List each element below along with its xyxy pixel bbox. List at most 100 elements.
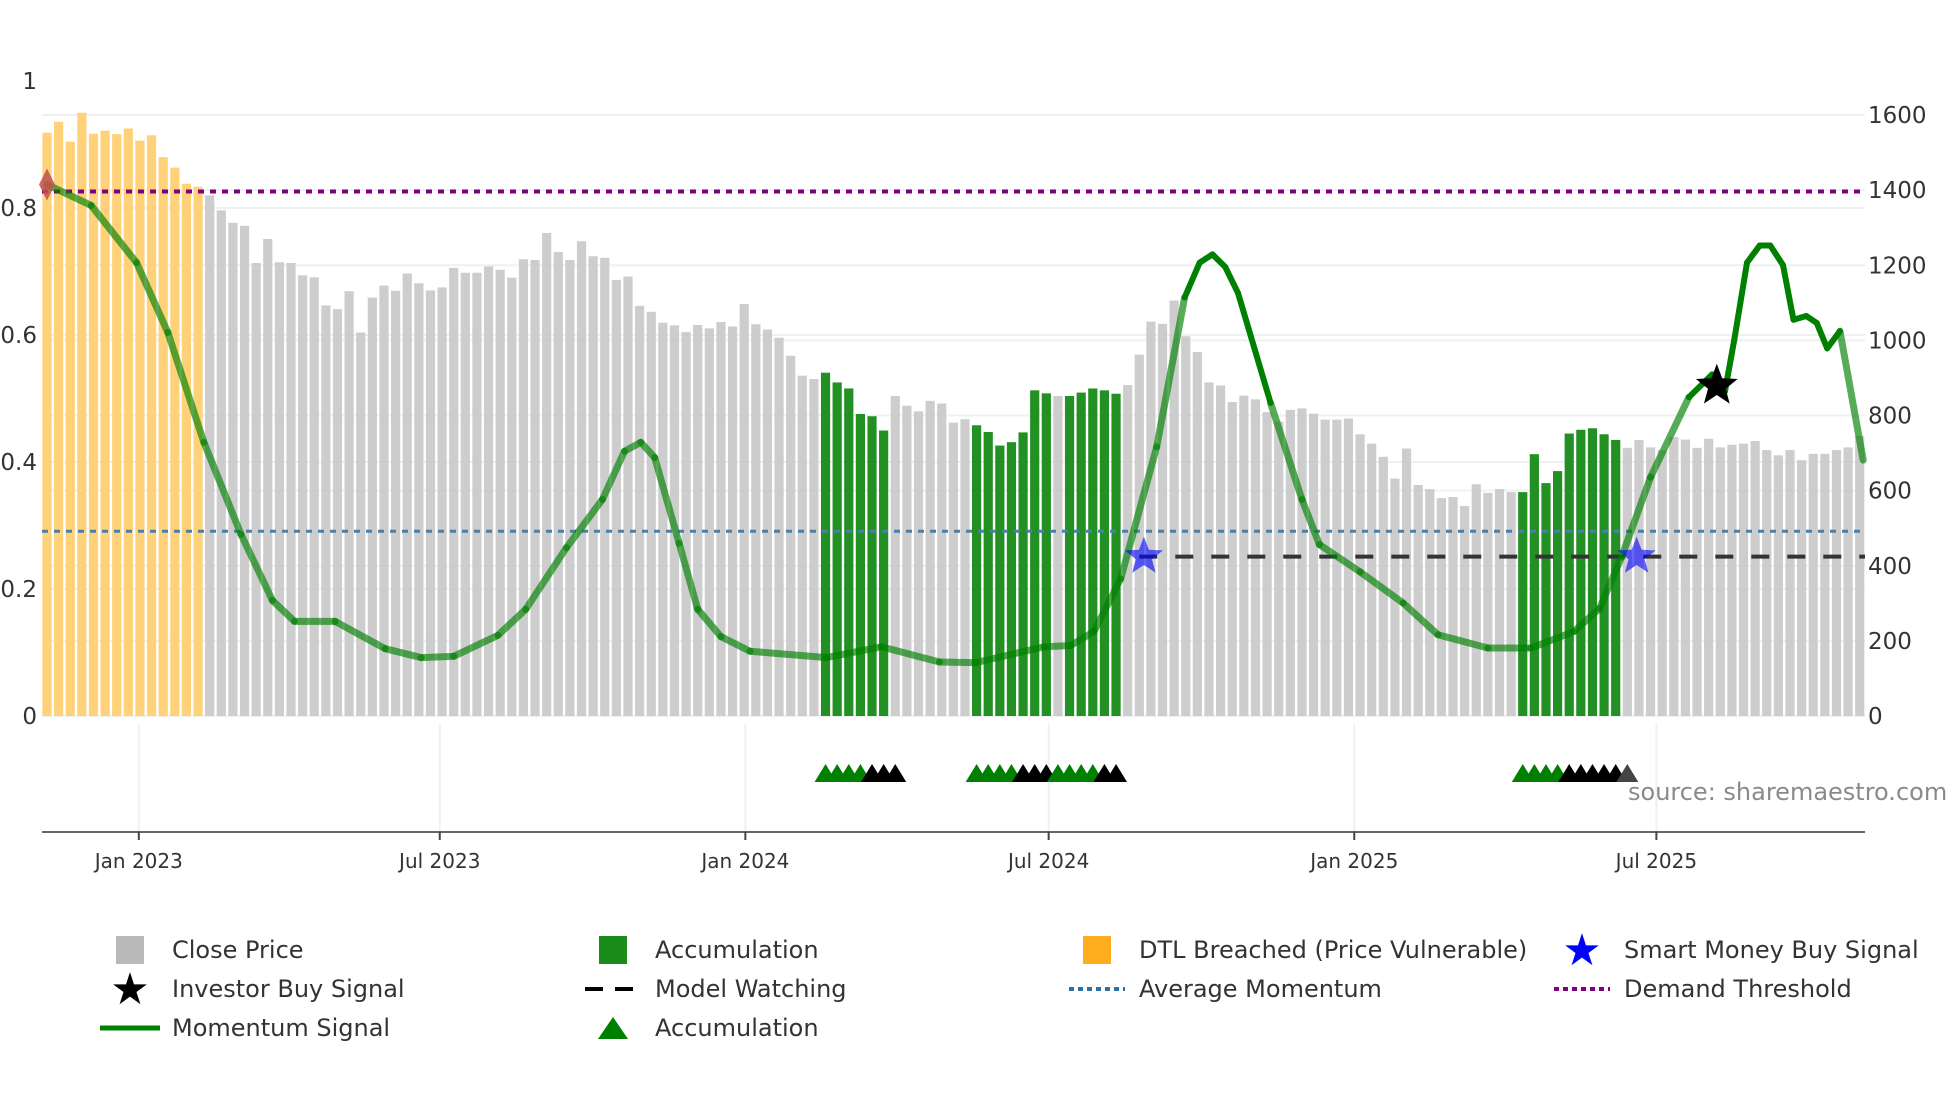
close-price-bar [576,241,587,716]
close-price-bar [809,379,819,716]
close-price-bar [1413,484,1423,716]
momentum-signal-segment [1181,259,1203,301]
close-price-bar [588,256,598,716]
close-price-bar [646,311,656,716]
close-price-bar [298,275,308,716]
close-price-bar [1494,489,1505,716]
close-price-bar [414,283,424,716]
close-price-bar [530,259,540,716]
accumulation-bar [972,425,982,716]
accumulation-bar [1518,492,1528,716]
close-price-bar [1680,439,1691,716]
close-price-bar [635,305,645,716]
close-price-bar [286,262,296,716]
close-price-bar [751,324,761,716]
x-tick-label: Jul 2023 [397,849,480,873]
momentum-signal-segment [1836,327,1867,464]
close-price-bar [1297,408,1307,716]
close-price-bar [1308,413,1319,716]
dtl-breached-bar [88,133,99,716]
accumulation-bar [1076,392,1086,716]
close-price-bar [925,400,935,716]
accumulation-bar [1587,428,1598,716]
left-axis-label: 0.6 [0,323,37,349]
close-price-bar [623,276,633,716]
close-price-bar [1181,336,1191,716]
close-price-bar [507,277,517,716]
momentum-signal-segment [1767,242,1787,269]
accumulation-bar [867,416,877,716]
left-axis-label: 0.8 [0,196,37,222]
accumulation-bar [1576,429,1586,716]
close-price-bar [1762,450,1772,716]
close-price-bar [332,309,343,716]
close-price-bar [1831,450,1842,716]
close-price-bar [1657,450,1667,716]
close-price-bar [321,305,331,716]
accumulation-bar [1599,434,1609,716]
left-axis-label: 0.4 [0,450,37,476]
close-price-bar [1262,412,1272,716]
left-axis-label: 0 [22,704,37,730]
close-price-bar [913,411,924,716]
dtl-breached-bar [112,134,122,717]
momentum-signal-segment [1222,264,1242,297]
close-price-bar [437,287,447,716]
close-price-bar [228,222,238,716]
source-note: source: sharemaestro.com [1628,778,1948,806]
close-price-bar [263,238,273,717]
accumulation-bar [1111,393,1121,716]
close-price-bar [681,332,691,716]
accumulation-bar [832,382,842,716]
dtl-breached-bar [158,157,168,716]
close-price-bar [553,252,563,716]
accumulation-bar [1099,390,1110,716]
close-price-bar [1634,439,1644,716]
close-price-bar [716,321,726,716]
accumulation-bar [844,388,854,716]
close-price-bar [1274,421,1284,716]
close-price-bar [797,375,807,716]
close-price-bar [1332,419,1342,716]
accumulation-bar [1018,432,1028,716]
close-price-bar [1820,453,1830,716]
close-price-bar [1669,436,1679,716]
accumulation-bar [1088,388,1098,716]
close-price-bar [1808,453,1818,716]
right-axis-label: 1200 [1868,253,1927,279]
close-price-bar [344,291,354,716]
close-price-bar [1053,395,1063,716]
left-axis-label: 0.2 [0,577,37,603]
close-price-bar [1692,447,1702,716]
close-price-bar [1727,444,1737,716]
accumulation-bar [1553,471,1563,716]
right-axis-label: 0 [1868,704,1883,730]
x-tick-label: Jan 2025 [1308,849,1398,873]
close-price-bar [774,337,784,716]
close-price-bar [251,262,261,716]
close-price-bar [1227,401,1237,716]
close-price-bar [1704,438,1714,716]
close-price-bar [1425,489,1435,716]
accumulation-bar [983,432,993,716]
close-price-bar [239,225,250,716]
close-price-bar [1738,443,1749,716]
close-price-bar [1204,382,1214,716]
accumulation-bar [855,413,865,716]
close-price-bar [1506,492,1516,716]
close-price-bar [1320,419,1330,716]
dtl-breached-bar [123,128,133,716]
close-price-bar [739,303,749,716]
close-price-bar [727,326,738,716]
momentum-signal-segment [1040,642,1075,651]
dtl-breached-bar [54,121,64,717]
dtl-breach-marker [39,168,55,201]
close-price-bar [518,259,529,716]
close-price-bar [495,269,505,716]
close-price-bar [1146,321,1156,716]
close-price-bar [890,395,900,716]
close-price-bar [1785,450,1795,716]
close-price-bar [449,267,459,716]
close-price-bar [786,355,796,716]
dtl-breached-bar [135,140,145,717]
